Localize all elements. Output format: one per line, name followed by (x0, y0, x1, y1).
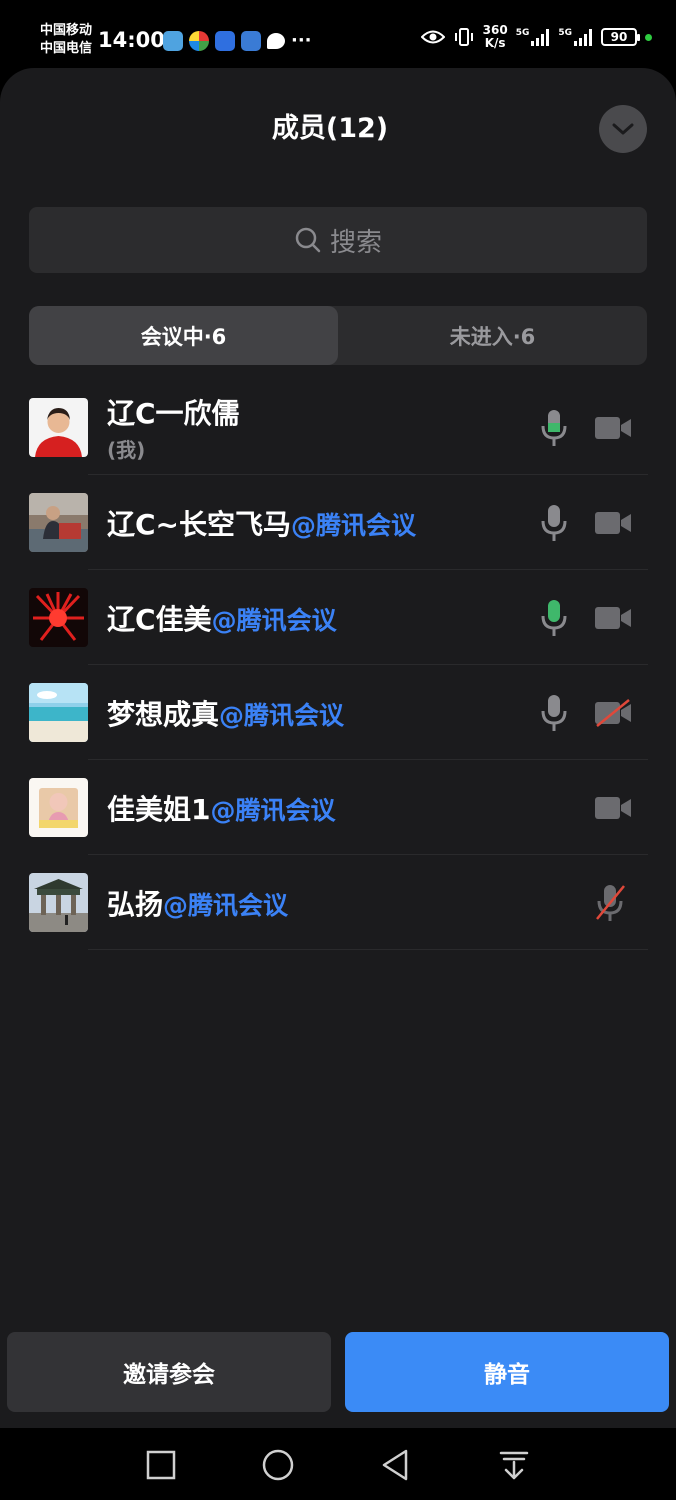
member-row[interactable]: 辽C~长空飞马@腾讯会议 (0, 475, 676, 570)
avatar (29, 683, 88, 742)
video-camera-icon[interactable] (594, 508, 632, 538)
square-nav-icon[interactable] (144, 1448, 178, 1482)
self-tag: (我) (107, 438, 146, 462)
video-camera-icon[interactable] (594, 793, 632, 823)
carrier-labels: 中国移动 中国电信 (40, 22, 92, 58)
avatar (29, 588, 88, 647)
page-title: 成员(12) (271, 113, 389, 144)
member-name: 辽C佳美@腾讯会议 (107, 602, 337, 636)
search-input[interactable]: 搜索 (29, 207, 647, 273)
mute-all-button[interactable]: 静音 (345, 1332, 669, 1412)
member-name: 辽C一欣儒 (107, 397, 240, 430)
battery-indicator: 90 (601, 28, 640, 46)
signal-strength-2: 5G (558, 28, 593, 46)
member-info: 佳美姐1@腾讯会议 (107, 760, 336, 855)
collapse-button[interactable] (599, 105, 647, 153)
member-row[interactable]: 辽C一欣儒 (我) (0, 380, 676, 475)
system-nav-bar (0, 1428, 676, 1500)
app-notification-icon (241, 30, 261, 51)
video-camera-icon[interactable] (594, 603, 632, 633)
app-notification-icon (163, 30, 183, 51)
member-name: 梦想成真@腾讯会议 (107, 697, 345, 731)
microphone-icon[interactable] (538, 503, 570, 543)
search-placeholder: 搜索 (329, 227, 382, 258)
circle-nav-icon[interactable] (261, 1448, 295, 1482)
row-divider (88, 949, 648, 950)
tab-in-meeting[interactable]: 会议中·6 (29, 306, 338, 365)
member-tabs: 会议中·6 未进入·6 (29, 306, 647, 365)
eye-icon (420, 30, 445, 44)
member-name: 辽C~长空飞马@腾讯会议 (107, 507, 417, 541)
signal-bars-icon (574, 29, 592, 46)
member-row[interactable]: 佳美姐1@腾讯会议 (0, 760, 676, 855)
more-notifications-icon: ··· (291, 30, 312, 51)
status-time: 14:00 (98, 28, 165, 52)
carrier-1: 中国移动 (40, 23, 93, 38)
back-triangle-icon[interactable] (379, 1448, 413, 1482)
app-suffix: @腾讯会议 (163, 890, 289, 920)
microphone-icon[interactable] (538, 693, 570, 733)
invite-button[interactable]: 邀请参会 (7, 1332, 331, 1412)
carrier-2: 中国电信 (40, 41, 93, 56)
avatar (29, 398, 88, 457)
chat-bubble-icon (267, 32, 285, 49)
action-bar: 邀请参会 静音 (0, 1316, 676, 1428)
member-info: 辽C一欣儒 (我) (107, 380, 240, 475)
avatar (29, 493, 88, 552)
member-list: 辽C一欣儒 (我) 辽C~长空飞马@腾讯会议 辽C佳美@腾讯会议 梦想成真@腾讯… (0, 380, 676, 950)
video-camera-icon[interactable] (594, 413, 632, 443)
member-row[interactable]: 辽C佳美@腾讯会议 (0, 570, 676, 665)
net-speed: 360 K/s (482, 23, 508, 50)
app-suffix: @腾讯会议 (210, 795, 336, 825)
video-camera-off-icon[interactable] (594, 698, 632, 728)
avatar (29, 778, 88, 837)
microphone-muted-icon[interactable] (594, 883, 626, 923)
notification-down-icon[interactable] (497, 1448, 531, 1482)
tab-not-joined[interactable]: 未进入·6 (338, 306, 647, 365)
member-name: 佳美姐1@腾讯会议 (107, 792, 336, 826)
status-bar: 中国移动 中国电信 14:00 ··· 360 K/s 5G 5G 90 (0, 0, 676, 72)
member-info: 辽C佳美@腾讯会议 (107, 570, 337, 665)
signal-strength-1: 5G (516, 28, 551, 46)
member-row[interactable]: 弘扬@腾讯会议 (0, 855, 676, 950)
notification-icons: ··· (163, 30, 312, 51)
members-panel: 成员(12) 搜索 会议中·6 未进入·6 辽C一欣儒 (我) 辽C~长空飞马@… (0, 68, 676, 1428)
avatar (29, 873, 88, 932)
app-suffix: @腾讯会议 (211, 605, 337, 635)
app-suffix: @腾讯会议 (291, 510, 417, 540)
microphone-icon[interactable] (538, 408, 570, 448)
status-right: 360 K/s 5G 5G 90 (420, 23, 652, 50)
member-info: 梦想成真@腾讯会议 (107, 665, 344, 760)
member-info: 弘扬@腾讯会议 (107, 855, 288, 950)
member-info: 辽C~长空飞马@腾讯会议 (107, 475, 416, 570)
chevron-down-icon (612, 123, 634, 135)
app-suffix: @腾讯会议 (219, 700, 345, 730)
app-notification-icon (215, 30, 235, 51)
member-name: 弘扬@腾讯会议 (107, 887, 289, 921)
vibrate-icon (454, 28, 473, 46)
app-notification-icon (189, 30, 209, 51)
signal-bars-icon (531, 29, 550, 46)
search-icon (295, 227, 321, 253)
privacy-dot (645, 33, 652, 41)
member-row[interactable]: 梦想成真@腾讯会议 (0, 665, 676, 760)
microphone-icon[interactable] (538, 598, 570, 638)
